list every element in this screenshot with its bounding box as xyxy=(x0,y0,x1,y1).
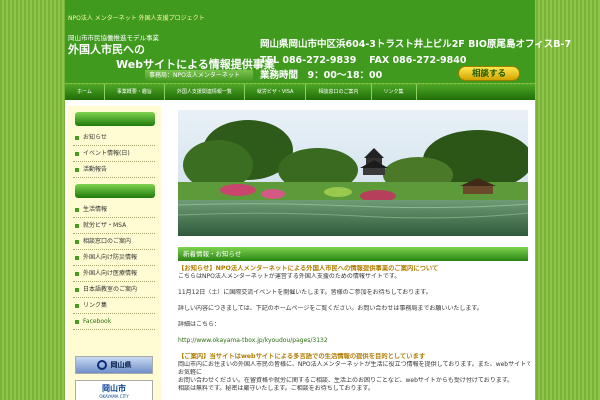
sidebar-item-facebook[interactable]: Facebook xyxy=(73,314,155,330)
header-phone: TEL 086-272-9839 FAX 086-272-9840 xyxy=(260,55,467,66)
news-line: お気軽に xyxy=(178,369,203,376)
sidebar-item[interactable]: 就労ビザ・MSA xyxy=(73,218,155,234)
hero-photo xyxy=(178,110,528,236)
sidebar-header-1 xyxy=(75,112,155,126)
header-address: 岡山県岡山市中区浜604-3トラスト井上ビル2F BIO原尾島オフィスB-7 xyxy=(260,39,572,50)
news-heading: 【ご案内】当サイトはwebサイトによる多言語での生活情報の提供を目的としています xyxy=(178,353,426,360)
pref-banner-label: 岡山県 xyxy=(110,361,132,369)
nav-visa[interactable]: 就労ビザ・VISA xyxy=(245,84,307,100)
news-line xyxy=(178,281,530,289)
sidebar-item[interactable]: 外国人向け医療情報 xyxy=(73,266,155,282)
news-line xyxy=(178,313,530,321)
news-content: 【お知らせ】NPO法人メンターネットによる外国人市民への情報提供事業のご案内につ… xyxy=(178,265,530,393)
global-nav: ホーム 事業概要・趣旨 外国人支援関連情報一覧 就労ビザ・VISA 相談窓口のご… xyxy=(65,84,535,100)
site-header: NPO法人 メンターネット 外国人支援プロジェクト 岡山市市民協働推進モデル事業… xyxy=(65,0,571,83)
office-label: 事務局：NPO法人メンターネット xyxy=(145,70,253,81)
nav-links[interactable]: リンク集 xyxy=(372,84,417,100)
okayama-pref-banner[interactable]: 岡山県 xyxy=(75,356,153,374)
sidebar-item[interactable]: 活動報告 xyxy=(73,162,155,178)
site-title[interactable]: 外国人市民への Webサイトによる情報提供事業 xyxy=(68,42,275,72)
city-banner-label: 岡山市 xyxy=(102,384,126,393)
news-line xyxy=(178,297,530,305)
news-line: 岡山市内にお住まいの外国人市民の皆様に、NPO法人メンターネットが生活に役立つ情… xyxy=(178,361,530,368)
city-banner-sublabel: OKAYAMA CITY xyxy=(99,394,129,399)
news-line: 11月12日（土）に国際交流イベントを開催いたします。皆様のご参加をお待ちしてお… xyxy=(178,289,432,296)
nav-support-info[interactable]: 外国人支援関連情報一覧 xyxy=(165,84,245,100)
site-title-line1: 外国人市民への xyxy=(68,43,145,56)
nav-about[interactable]: 事業概要・趣旨 xyxy=(105,84,165,100)
news-link[interactable]: http://www.okayama-tbox.jp/kyoudou/pages… xyxy=(178,337,530,345)
content-wrapper: お知らせ イベント情報(日) 活動報告 生活情報 就労ビザ・MSA 相談窓口のご… xyxy=(65,100,535,400)
sidebar-item[interactable]: 外国人向け防災情報 xyxy=(73,250,155,266)
news-line: こちらはNPO法人メンターネットが運営する外国人支援のための情報サイトです。 xyxy=(178,273,401,280)
news-line xyxy=(178,329,530,337)
sidebar-item[interactable]: リンク集 xyxy=(73,298,155,314)
header-blurb: 岡山市市民協働推進モデル事業 xyxy=(68,34,159,42)
sidebar-item[interactable]: イベント情報(日) xyxy=(73,146,155,162)
sidebar-item[interactable]: 日本語教室のご案内 xyxy=(73,282,155,298)
consult-button[interactable]: 相談する xyxy=(458,66,520,81)
nav-consult[interactable]: 相談窓口のご案内 xyxy=(306,84,372,100)
sidebar-header-2 xyxy=(75,184,155,198)
pref-emblem-icon xyxy=(96,360,107,370)
news-heading: 【お知らせ】NPO法人メンターネットによる外国人市民への情報提供事業のご案内につ… xyxy=(178,265,439,272)
news-line: 相談は無料です。秘密は厳守いたします。ご相談をお待ちしております。 xyxy=(178,385,374,392)
sidebar: お知らせ イベント情報(日) 活動報告 生活情報 就労ビザ・MSA 相談窓口のご… xyxy=(67,106,161,400)
nav-home[interactable]: ホーム xyxy=(65,84,105,100)
news-line: 詳しい内容につきましては、下記のホームページをご覧ください。お問い合わせは事務局… xyxy=(178,305,483,312)
news-line: 詳細はこちら： xyxy=(178,321,221,328)
sidebar-item[interactable]: 相談窓口のご案内 xyxy=(73,234,155,250)
news-section-title: 新着情報・お知らせ xyxy=(178,247,528,261)
news-line: お問い合わせください。在留資格や就労に関するご相談、生活上のお困りごとなど、we… xyxy=(178,377,514,384)
npo-line: NPO法人 メンターネット 外国人支援プロジェクト xyxy=(68,15,205,22)
okayama-city-banner[interactable]: 岡山市 OKAYAMA CITY xyxy=(75,380,153,400)
news-line xyxy=(178,345,530,353)
sidebar-item[interactable]: お知らせ xyxy=(73,130,155,146)
sidebar-item[interactable]: 生活情報 xyxy=(73,202,155,218)
garden-castle-image xyxy=(178,110,528,236)
business-hours: 業務時間 9：00～18：00 xyxy=(260,70,383,81)
